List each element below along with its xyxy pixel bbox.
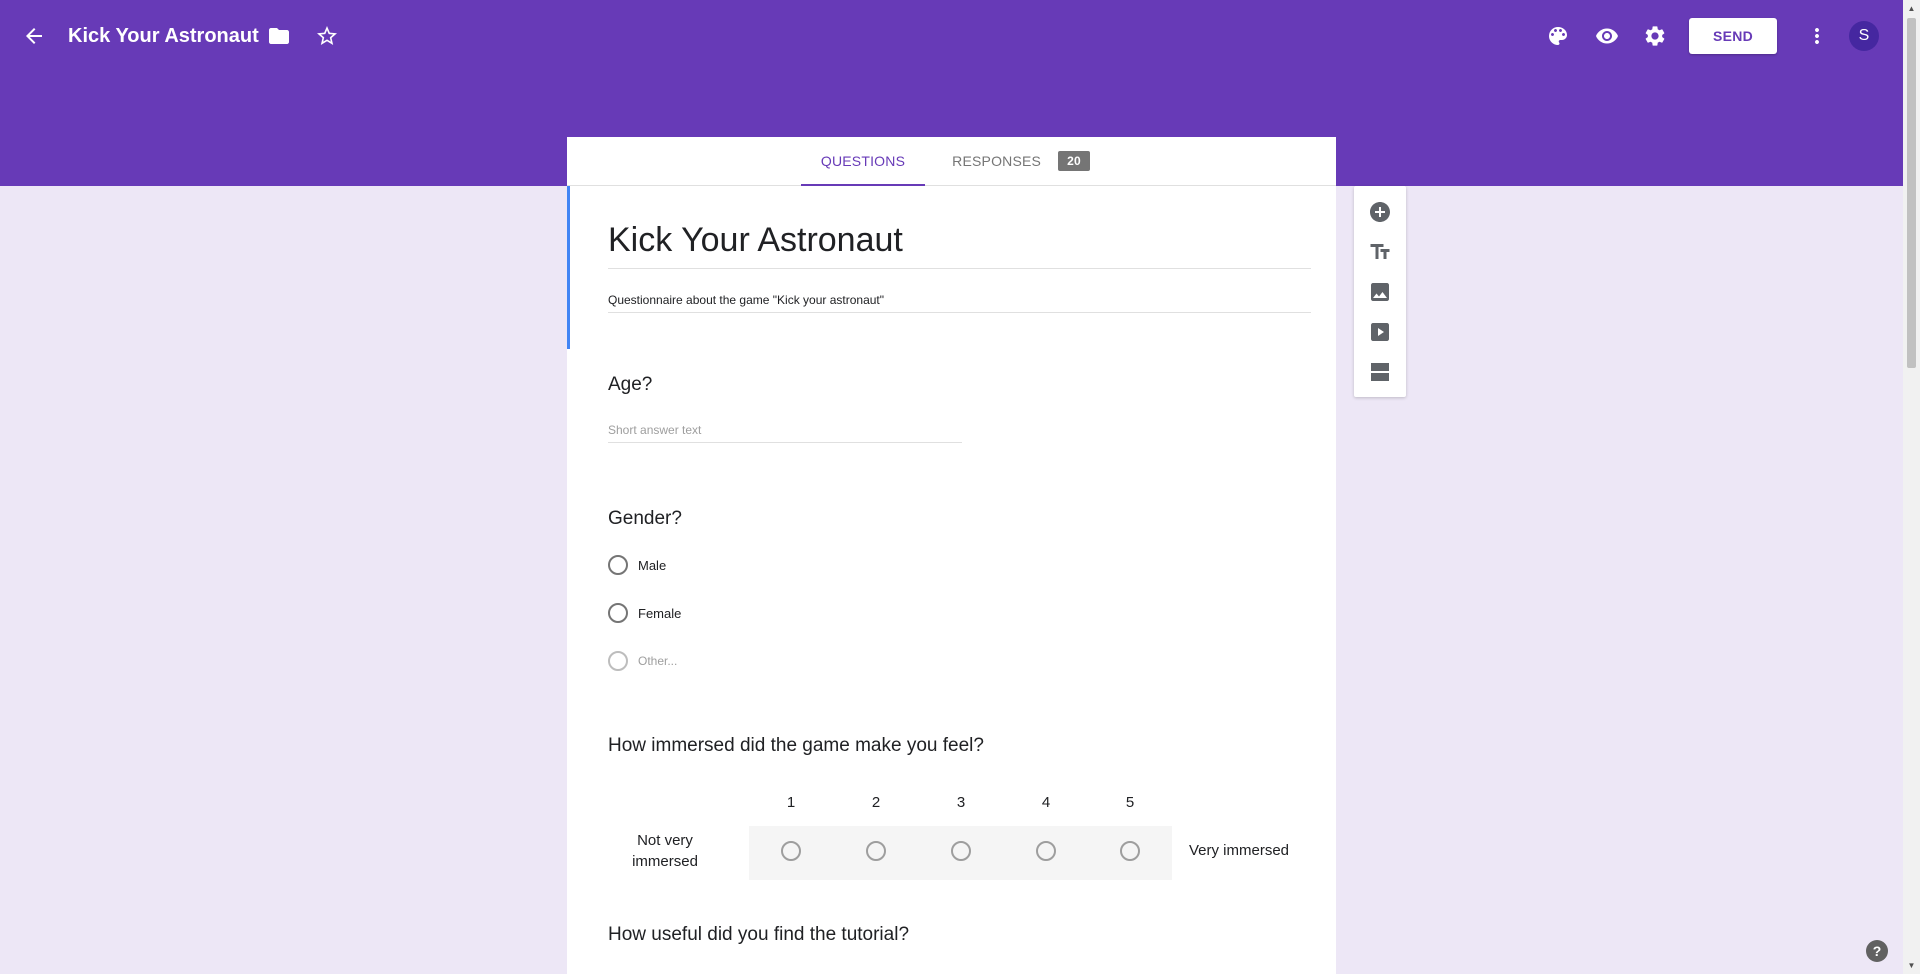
scroll-up-arrow-icon[interactable]: ▲ xyxy=(1903,0,1920,17)
arrow-back-icon xyxy=(26,28,42,44)
eye-icon xyxy=(1596,28,1618,44)
form-description[interactable]: Questionnaire about the game "Kick your … xyxy=(608,293,884,307)
short-answer-underline xyxy=(608,442,962,443)
radio-button[interactable] xyxy=(608,555,628,575)
scale-high-label: Very immersed xyxy=(1189,842,1290,859)
section-icon xyxy=(1371,363,1389,381)
star-button[interactable] xyxy=(307,16,347,56)
gender-option-male[interactable]: Male xyxy=(608,554,666,576)
tab-responses-label: RESPONSES xyxy=(952,153,1042,169)
description-underline xyxy=(608,312,1311,313)
scale-number: 4 xyxy=(1041,794,1051,811)
tab-questions-label: QUESTIONS xyxy=(820,153,906,169)
add-question-button[interactable] xyxy=(1360,192,1400,232)
star-outline-icon xyxy=(317,26,337,45)
scale-radio-3[interactable] xyxy=(951,841,971,861)
page-scrollbar[interactable]: ▲ ▼ xyxy=(1903,0,1920,974)
scale-number: 3 xyxy=(956,794,966,811)
scale-number: 5 xyxy=(1125,794,1135,811)
question-immersion-title[interactable]: How immersed did the game make you feel? xyxy=(608,735,984,757)
account-avatar[interactable]: S xyxy=(1849,21,1879,51)
option-label: Female xyxy=(638,605,682,621)
video-icon xyxy=(1371,323,1389,341)
gender-option-other[interactable]: Other... xyxy=(608,650,677,672)
scroll-down-arrow-icon[interactable]: ▼ xyxy=(1903,957,1920,974)
scale-number: 2 xyxy=(871,794,881,811)
question-tutorial-title[interactable]: How useful did you find the tutorial? xyxy=(608,924,909,946)
scale-radio-5[interactable] xyxy=(1120,841,1140,861)
more-vert-icon xyxy=(1815,28,1819,44)
scale-radio-2[interactable] xyxy=(866,841,886,861)
form-title[interactable]: Kick Your Astronaut xyxy=(608,218,903,262)
tab-questions[interactable]: QUESTIONS xyxy=(801,137,925,186)
form-card: Kick Your Astronaut Questionnaire about … xyxy=(567,186,1336,974)
settings-button[interactable] xyxy=(1635,16,1675,56)
responses-count-badge: 20 xyxy=(1058,151,1090,171)
document-title[interactable]: Kick Your Astronaut xyxy=(68,22,259,50)
send-button[interactable]: SEND xyxy=(1689,18,1777,54)
title-text-icon xyxy=(1370,244,1390,259)
palette-icon xyxy=(1549,27,1567,45)
question-age-title[interactable]: Age? xyxy=(608,374,652,396)
customize-theme-button[interactable] xyxy=(1538,16,1578,56)
image-icon xyxy=(1371,283,1389,301)
selected-section-indicator xyxy=(567,186,570,349)
option-label: Other... xyxy=(638,654,678,668)
gear-icon xyxy=(1645,26,1665,46)
form-tabs: QUESTIONS RESPONSES 20 xyxy=(567,137,1336,186)
question-gender-title[interactable]: Gender? xyxy=(608,508,682,530)
move-to-folder-button[interactable] xyxy=(259,16,299,56)
back-button[interactable] xyxy=(14,16,54,56)
add-video-button[interactable] xyxy=(1360,312,1400,352)
add-question-icon xyxy=(1370,202,1390,222)
preview-button[interactable] xyxy=(1587,16,1627,56)
folder-icon xyxy=(269,28,289,44)
side-toolbar xyxy=(1354,186,1406,397)
add-image-button[interactable] xyxy=(1360,272,1400,312)
scale-low-label: Not very immersed xyxy=(632,832,698,870)
gender-option-female[interactable]: Female xyxy=(608,602,681,624)
scrollbar-thumb[interactable] xyxy=(1907,18,1916,368)
tab-responses[interactable]: RESPONSES 20 xyxy=(941,137,1101,185)
scale-number: 1 xyxy=(786,794,796,811)
option-label: Male xyxy=(638,557,667,573)
title-underline xyxy=(608,268,1311,269)
add-title-button[interactable] xyxy=(1360,232,1400,272)
help-button[interactable]: ? xyxy=(1866,940,1888,962)
radio-button[interactable] xyxy=(608,603,628,623)
short-answer-placeholder: Short answer text xyxy=(608,423,702,437)
add-section-button[interactable] xyxy=(1360,352,1400,392)
radio-button[interactable] xyxy=(608,651,628,671)
scale-radio-4[interactable] xyxy=(1036,841,1056,861)
more-options-button[interactable] xyxy=(1797,16,1837,56)
scale-radio-1[interactable] xyxy=(781,841,801,861)
